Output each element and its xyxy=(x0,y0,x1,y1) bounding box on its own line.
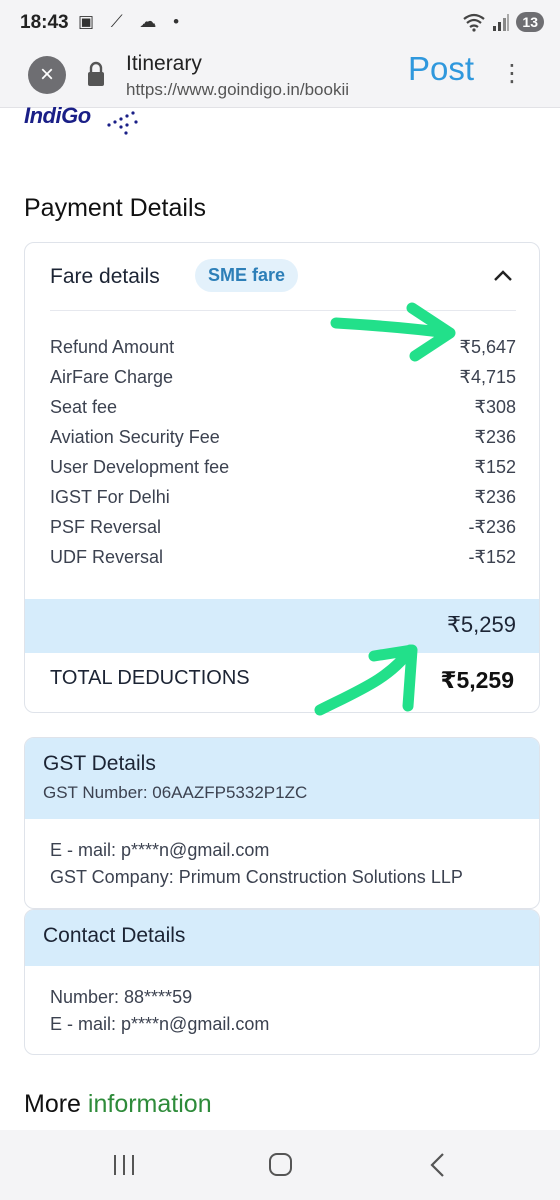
fare-row-user-development-fee: User Development fee ₹152 xyxy=(50,457,516,487)
page-title: Itinerary xyxy=(126,52,202,75)
fare-row-seat-fee: Seat fee ₹308 xyxy=(50,397,516,427)
fare-divider xyxy=(50,310,516,311)
fare-details-card: Fare details SME fare Refund Amount ₹5,6… xyxy=(24,242,540,713)
fare-row-amount: -₹236 xyxy=(468,517,516,537)
gst-details-title: GST Details xyxy=(43,752,156,775)
page-url[interactable]: https://www.goindigo.in/bookii xyxy=(126,80,392,100)
fare-row-label: User Development fee xyxy=(50,457,230,477)
home-icon[interactable] xyxy=(260,1148,300,1182)
fare-row-label: Refund Amount xyxy=(50,337,175,357)
fare-row-airfare-charge: AirFare Charge ₹4,715 xyxy=(50,367,516,397)
fare-details-header[interactable]: Fare details xyxy=(50,265,160,289)
navigation-bar xyxy=(0,1130,560,1200)
chevron-up-icon[interactable] xyxy=(491,267,515,285)
sme-fare-badge: SME fare xyxy=(195,259,299,292)
fare-row-amount: -₹152 xyxy=(468,547,516,567)
fare-row-label: PSF Reversal xyxy=(50,517,162,537)
fare-row-amount: ₹236 xyxy=(474,487,516,507)
signal-icon xyxy=(493,14,510,31)
total-deductions-label: TOTAL DEDUCTIONS xyxy=(50,667,250,689)
contact-details-title: Contact Details xyxy=(43,924,186,947)
fare-row-amount: ₹5,647 xyxy=(459,337,517,357)
fare-row-udf-reversal: UDF Reversal -₹152 xyxy=(50,547,516,577)
fare-row-amount: ₹308 xyxy=(474,397,516,417)
fare-row-amount: ₹152 xyxy=(474,457,516,477)
gst-details-card: GST Details GST Number: 06AAZFP5332P1ZC … xyxy=(24,737,540,909)
fare-row-refund-amount: Refund Amount ₹5,647 xyxy=(50,337,516,367)
contact-email: E - mail: p****n@gmail.com xyxy=(50,1014,270,1034)
notification-icons: ▣ ⟋ ☁ • xyxy=(78,12,186,31)
more-information-word-2: information xyxy=(87,1090,212,1118)
status-right: 13 xyxy=(462,12,544,32)
logo-dots-icon xyxy=(107,111,138,135)
payment-details-title: Payment Details xyxy=(24,194,207,222)
contact-details-card: Contact Details Number: 88****59 E - mai… xyxy=(24,909,540,1055)
fare-row-label: UDF Reversal xyxy=(50,547,164,567)
close-button[interactable]: × xyxy=(28,56,66,94)
more-options-icon[interactable]: ⋮ xyxy=(500,58,524,90)
fare-row-psf-reversal: PSF Reversal -₹236 xyxy=(50,517,516,547)
fare-total-bar: ₹5,259 xyxy=(25,599,539,653)
battery-icon: 13 xyxy=(516,12,544,32)
status-bar: 18:43 ▣ ⟋ ☁ • 13 xyxy=(0,0,560,46)
fare-row-amount: ₹4,715 xyxy=(459,367,517,387)
fare-row-aviation-security-fee: Aviation Security Fee ₹236 xyxy=(50,427,516,457)
browser-toolbar: × Itinerary https://www.goindigo.in/book… xyxy=(0,46,560,108)
fare-row-amount: ₹236 xyxy=(474,427,516,447)
recent-apps-icon[interactable] xyxy=(104,1148,144,1182)
more-information-heading: More information xyxy=(24,1090,212,1119)
status-time: 18:43 xyxy=(20,12,69,33)
fare-row-label: AirFare Charge xyxy=(50,367,174,387)
gst-number: GST Number: 06AAZFP5332P1ZC xyxy=(43,783,308,802)
fare-row-igst-delhi: IGST For Delhi ₹236 xyxy=(50,487,516,517)
lock-icon xyxy=(88,61,104,86)
fare-row-label: IGST For Delhi xyxy=(50,487,170,507)
fare-row-label: Seat fee xyxy=(50,397,118,417)
contact-details-header: Contact Details xyxy=(25,910,539,966)
gst-details-header: GST Details GST Number: 06AAZFP5332P1ZC xyxy=(25,738,539,819)
contact-number: Number: 88****59 xyxy=(50,987,193,1007)
fare-total-amount: ₹5,259 xyxy=(446,612,516,637)
back-icon[interactable] xyxy=(418,1148,458,1182)
wifi-icon xyxy=(463,13,486,32)
fare-breakdown-list: Refund Amount ₹5,647 AirFare Charge ₹4,7… xyxy=(50,337,516,577)
more-information-word-1: More xyxy=(24,1090,81,1118)
gst-email: E - mail: p****n@gmail.com xyxy=(50,840,270,860)
gst-company: GST Company: Primum Construction Solutio… xyxy=(50,867,463,887)
total-deductions-amount: ₹5,259 xyxy=(440,667,514,693)
fare-row-label: Aviation Security Fee xyxy=(50,427,220,447)
post-button[interactable]: Post xyxy=(408,50,474,88)
indigo-logo: IndiGo xyxy=(24,103,91,128)
